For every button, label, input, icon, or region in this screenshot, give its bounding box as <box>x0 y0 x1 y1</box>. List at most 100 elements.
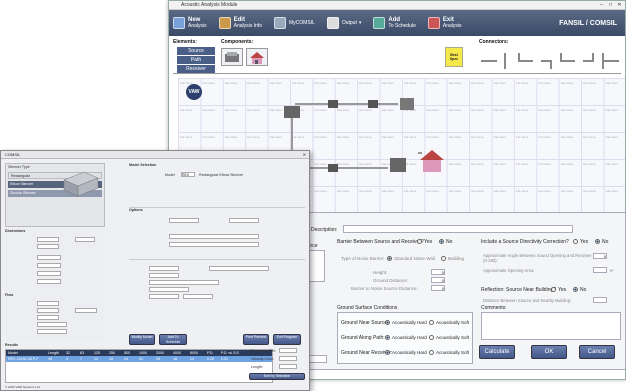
exit-analysis-button[interactable]: Exit Analysis <box>427 17 462 29</box>
model-input[interactable]: REX <box>181 172 195 177</box>
ground-receiver-soft-radio[interactable]: Acoustically Soft <box>429 350 469 356</box>
barrier-yes-radio[interactable]: Yes <box>417 239 432 245</box>
building-radio[interactable]: Building <box>441 256 464 262</box>
dimension-input-6[interactable] <box>37 271 61 276</box>
receiver-building-body <box>423 160 441 172</box>
ground-distance-input[interactable]: 0 <box>431 277 445 283</box>
ground-path-hard-radio[interactable]: Acoustically Hard <box>385 335 427 341</box>
comments-input[interactable] <box>481 312 621 340</box>
close-icon[interactable]: ✕ <box>303 151 306 159</box>
connector-shapes[interactable] <box>479 47 624 75</box>
silencer-unit[interactable] <box>400 98 414 110</box>
exit-program-button[interactable]: Exit Program <box>273 334 301 345</box>
construction-input-7[interactable] <box>183 294 213 299</box>
flow-input-3[interactable] <box>75 308 97 313</box>
reflection-question: Reflection: Source Near Building? <box>481 287 557 293</box>
barrier-distance-label: Barrier to Noise Source Distance: <box>351 286 418 291</box>
silencer-type-panel: Silencer Type Rectangular Elbow Silencer… <box>5 163 105 227</box>
dimension-input-3[interactable] <box>37 244 59 249</box>
duct-segment[interactable] <box>368 100 378 108</box>
dimension-input-5[interactable] <box>37 263 61 268</box>
approx-angle-input[interactable]: 0 <box>593 253 607 259</box>
barrier-distance-input[interactable]: 0 <box>431 285 445 291</box>
add-to-schedule-button[interactable]: Add To Schedule <box>159 334 187 345</box>
calculate-button[interactable]: Calculate <box>479 345 515 359</box>
length-select[interactable] <box>279 364 297 369</box>
option-table[interactable] <box>169 234 259 239</box>
distance-building-input[interactable] <box>593 297 607 303</box>
cancel-button[interactable]: Cancel <box>579 345 615 359</box>
element-path-button[interactable]: Path <box>177 56 215 64</box>
connectors-label: Connectors: <box>479 39 509 45</box>
comsil-window: COMSIL ✕ Silencer Type Rectangular Elbow… <box>0 150 310 391</box>
construction-input-3[interactable] <box>149 273 179 278</box>
component-building[interactable] <box>246 48 268 66</box>
construction-input-5[interactable] <box>149 287 189 292</box>
ok-button[interactable]: OK <box>531 345 567 359</box>
minimize-icon[interactable]: – <box>598 2 605 8</box>
element-receiver-button[interactable]: Receiver <box>177 65 215 73</box>
table-row[interactable]: REX-24x36-48-P-F 48 4 7 12 18 24 31 26 1… <box>6 356 272 362</box>
sort-selection-button[interactable]: Sort by Selection <box>249 373 305 380</box>
construction-input-2[interactable] <box>209 266 269 271</box>
ground-path-soft-radio[interactable]: Acoustically Soft <box>429 335 469 341</box>
flow-input-2[interactable] <box>37 308 59 313</box>
height-input[interactable]: 0 <box>431 269 445 275</box>
fan-unit[interactable] <box>284 106 300 118</box>
ground-conditions-title: Ground Surface Conditions <box>337 305 398 311</box>
description-input[interactable] <box>343 225 573 233</box>
new-analysis-button[interactable]: New Analysis <box>173 17 207 29</box>
velocity-color-select[interactable] <box>279 356 297 361</box>
receiver-building[interactable] <box>420 150 444 160</box>
directivity-yes-radio[interactable]: Yes <box>573 239 588 245</box>
element-source-button[interactable]: Source <box>177 47 215 55</box>
component-fan[interactable] <box>221 48 243 66</box>
dimension-input-1[interactable] <box>37 237 59 242</box>
reflection-no-radio[interactable]: No <box>573 287 586 293</box>
silencer-preview-image <box>63 171 99 197</box>
new-icon <box>173 17 185 29</box>
flow-input-6[interactable] <box>37 329 67 334</box>
ground-source-hard-radio[interactable]: Acoustically Hard <box>385 320 427 326</box>
parameters-panel: Dimensions Flow <box>5 229 105 341</box>
approx-opening-label: Approximate Opening Area: <box>483 268 535 273</box>
option-table-row[interactable] <box>169 242 259 247</box>
option-input-2[interactable] <box>229 218 259 223</box>
modify-model-button[interactable]: Modify Model <box>129 334 155 345</box>
add-to-schedule-button[interactable]: Add To Schedule <box>373 17 416 29</box>
close-icon[interactable]: ✕ <box>616 2 623 8</box>
brand-label: FANSIL / COMSIL <box>559 19 617 27</box>
duct-segment[interactable] <box>328 100 338 108</box>
ground-source-soft-radio[interactable]: Acoustically Soft <box>429 320 469 326</box>
dimension-input-2[interactable] <box>75 237 95 242</box>
directivity-no-radio[interactable]: No <box>595 239 608 245</box>
dimension-input-4[interactable] <box>37 255 61 260</box>
duct-segment[interactable] <box>328 164 338 172</box>
approx-opening-input[interactable] <box>593 267 607 273</box>
option-input-1[interactable] <box>169 218 199 223</box>
length-label: Length: <box>251 365 263 369</box>
flow-input-1[interactable] <box>37 301 59 306</box>
flow-input-4[interactable] <box>37 315 59 320</box>
reflection-yes-radio[interactable]: Yes <box>551 287 566 293</box>
barrier-no-radio[interactable]: No <box>439 239 452 245</box>
standard-wall-radio[interactable]: Standard Noise Wall <box>387 256 435 262</box>
sticky-note[interactable]: Best Spec <box>445 47 463 67</box>
edit-analysis-button[interactable]: Edit Analysis Info <box>218 17 262 29</box>
description-label: Description: <box>311 227 338 233</box>
construction-panel <box>129 259 305 331</box>
ground-receiver-hard-radio[interactable]: Acoustically Hard <box>385 350 427 356</box>
construction-input-4[interactable] <box>149 280 219 285</box>
construction-input-6[interactable] <box>149 294 179 299</box>
construction-input-1[interactable] <box>149 266 179 271</box>
fan-unit-lower[interactable] <box>390 158 406 172</box>
flow-input-5[interactable] <box>37 322 67 327</box>
frequency-ctrl-select[interactable] <box>279 348 297 353</box>
mycomsil-button[interactable]: MyCOMSIL <box>273 17 315 29</box>
components-label: Components: <box>221 39 254 45</box>
results-table: Model Length 32 63 125 250 500 1000 2000… <box>5 349 273 383</box>
maximize-icon[interactable]: □ <box>607 2 614 8</box>
dimension-input-7[interactable] <box>37 279 61 284</box>
output-button[interactable]: Output ▾ <box>326 17 361 29</box>
print-preview-button[interactable]: Print Preview <box>243 334 269 345</box>
